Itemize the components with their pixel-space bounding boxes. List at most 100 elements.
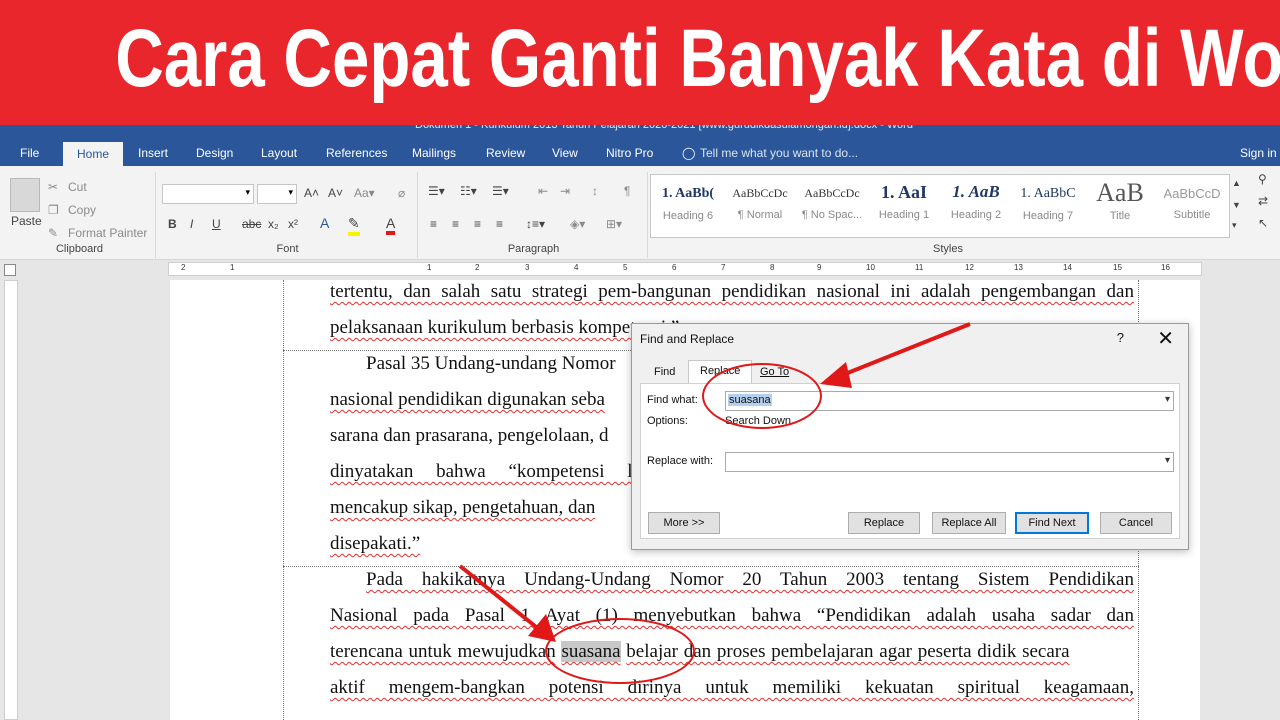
format-painter-button[interactable]: Format Painter xyxy=(68,226,147,240)
font-color-icon[interactable]: A xyxy=(386,215,396,235)
pilcrow-icon[interactable]: ¶ xyxy=(624,184,630,198)
tab-insert[interactable]: Insert xyxy=(138,146,168,160)
styles-scroll-down-icon[interactable]: ▼ xyxy=(1232,200,1241,210)
options-label: Options: xyxy=(647,415,688,427)
underline-icon[interactable]: U xyxy=(212,217,221,231)
ruler-number: 2 xyxy=(181,263,186,272)
select-icon[interactable]: ↖ xyxy=(1258,216,1268,230)
bold-icon[interactable]: B xyxy=(168,217,177,231)
shading-icon[interactable]: ◈▾ xyxy=(570,217,585,231)
banner-title: Cara Cepat Ganti Banyak Kata di Word xyxy=(115,13,1280,104)
tab-review[interactable]: Review xyxy=(486,146,525,160)
style-heading-1[interactable]: 1. AaI Heading 1 xyxy=(870,178,938,234)
ruler-number: 15 xyxy=(1113,263,1122,272)
tab-design[interactable]: Design xyxy=(196,146,233,160)
tab-home[interactable]: Home xyxy=(63,142,124,166)
replace-with-input[interactable]: ▾ xyxy=(725,452,1174,472)
font-name-select[interactable]: ▾ xyxy=(162,184,254,204)
help-icon[interactable]: ? xyxy=(1117,330,1124,345)
find-icon[interactable]: ⚲ xyxy=(1258,172,1267,186)
decrease-indent-icon[interactable]: ⇤ xyxy=(538,184,548,198)
ruler-number: 16 xyxy=(1161,263,1170,272)
subscript-icon[interactable]: x₂ xyxy=(268,217,279,231)
align-left-icon[interactable]: ≡ xyxy=(430,217,437,231)
multilevel-icon[interactable]: ☰▾ xyxy=(492,184,509,198)
bullets-icon[interactable]: ☰▾ xyxy=(428,184,445,198)
ruler-number: 5 xyxy=(623,263,628,272)
thumbnail-banner: Cara Cepat Ganti Banyak Kata di Word xyxy=(0,0,1280,125)
lightbulb-icon: ◯ xyxy=(682,146,696,160)
replace-all-button[interactable]: Replace All xyxy=(932,512,1006,534)
tab-references[interactable]: References xyxy=(326,146,387,160)
ruler-number: 6 xyxy=(672,263,677,272)
style-heading-2[interactable]: 1. AaB Heading 2 xyxy=(942,178,1010,234)
ruler-number: 7 xyxy=(721,263,726,272)
font-group: ▾ ▾ A˄ A˅ Aa▾ ⌀ B I U abc x₂ x² A ✎ A Fo… xyxy=(158,172,418,258)
paste-button[interactable]: Paste xyxy=(11,214,42,228)
style-normal[interactable]: AaBbCcDc ¶ Normal xyxy=(726,178,794,234)
styles-group-label: Styles xyxy=(933,243,963,255)
borders-icon[interactable]: ⊞▾ xyxy=(606,217,622,231)
paragraph-group: ☰▾ ☷▾ ☰▾ ⇤ ⇥ ↕ ¶ ≡ ≡ ≡ ≡ ↕≡▾ ◈▾ ⊞▾ Parag… xyxy=(420,172,648,258)
vertical-ruler[interactable] xyxy=(4,280,18,720)
justify-icon[interactable]: ≡ xyxy=(496,217,503,231)
ruler-number: 1 xyxy=(230,263,235,272)
styles-group: 1. AaBb(Heading 6 AaBbCcDc ¶ Normal AaBbC… xyxy=(650,172,1246,258)
ruler-number: 8 xyxy=(770,263,775,272)
tab-nitro-pro[interactable]: Nitro Pro xyxy=(606,146,653,160)
replace-with-label: Replace with: xyxy=(647,455,714,467)
table-border-left xyxy=(283,280,284,720)
replace-icon[interactable]: ⇄ xyxy=(1258,194,1268,208)
more-button[interactable]: More >> xyxy=(648,512,720,534)
shrink-font-icon[interactable]: A˅ xyxy=(328,186,343,200)
numbering-icon[interactable]: ☷▾ xyxy=(460,184,477,198)
find-replace-dialog: Find and Replace ? ✕ Find Replace Go To … xyxy=(631,323,1189,550)
style-no-spacing[interactable]: AaBbCcDc ¶ No Spac... xyxy=(798,178,866,234)
replace-button[interactable]: Replace xyxy=(848,512,920,534)
ruler-number: 4 xyxy=(574,263,579,272)
doc-line: terencana untuk mewujudkan suasana belaj… xyxy=(330,641,1070,662)
grow-font-icon[interactable]: A˄ xyxy=(304,186,319,200)
ruler-number: 10 xyxy=(866,263,875,272)
align-center-icon[interactable]: ≡ xyxy=(452,217,459,231)
chevron-down-icon[interactable]: ▾ xyxy=(1165,455,1170,466)
clear-format-icon[interactable]: ⌀ xyxy=(398,186,405,200)
cut-button[interactable]: Cut xyxy=(68,180,87,194)
tab-view[interactable]: View xyxy=(552,146,578,160)
dialog-tab-find[interactable]: Find xyxy=(654,366,675,378)
tab-layout[interactable]: Layout xyxy=(261,146,297,160)
close-icon[interactable]: ✕ xyxy=(1157,326,1174,351)
styles-more-icon[interactable]: ▾ xyxy=(1232,220,1237,231)
tab-file[interactable]: File xyxy=(20,146,39,160)
paste-icon[interactable] xyxy=(10,178,40,212)
copy-button[interactable]: Copy xyxy=(68,203,96,217)
brush-icon: ✎ xyxy=(48,226,59,240)
align-right-icon[interactable]: ≡ xyxy=(474,217,481,231)
font-group-label: Font xyxy=(276,243,299,255)
superscript-icon[interactable]: x² xyxy=(288,217,298,231)
tab-mailings[interactable]: Mailings xyxy=(412,146,456,160)
sort-icon[interactable]: ↕ xyxy=(592,184,598,198)
italic-icon[interactable]: I xyxy=(190,217,193,231)
clipboard-group: Paste ✂ Cut ❐ Copy ✎ Format Painter Clip… xyxy=(4,172,156,258)
tab-selector[interactable] xyxy=(4,264,16,276)
line-spacing-icon[interactable]: ↕≡▾ xyxy=(526,217,545,231)
strikethrough-icon[interactable]: abc xyxy=(242,217,261,231)
find-next-button[interactable]: Find Next xyxy=(1015,512,1089,534)
sign-in-link[interactable]: Sign in xyxy=(1240,146,1277,160)
change-case-icon[interactable]: Aa▾ xyxy=(354,186,375,200)
style-heading-6[interactable]: 1. AaBb(Heading 6 xyxy=(654,178,722,234)
scissors-icon: ✂ xyxy=(48,180,59,194)
chevron-down-icon[interactable]: ▾ xyxy=(1165,394,1170,405)
highlight-icon[interactable]: ✎ xyxy=(348,215,360,236)
style-heading-7[interactable]: 1. AaBbC Heading 7 xyxy=(1014,178,1082,234)
style-title[interactable]: AaB Title xyxy=(1086,178,1154,234)
styles-scroll-up-icon[interactable]: ▲ xyxy=(1232,178,1241,188)
doc-line: aktif mengem-bangkan potensi dirinya unt… xyxy=(330,677,1134,698)
increase-indent-icon[interactable]: ⇥ xyxy=(560,184,570,198)
text-effects-icon[interactable]: A xyxy=(320,215,329,231)
tell-me-search[interactable]: Tell me what you want to do... xyxy=(700,146,858,160)
cancel-button[interactable]: Cancel xyxy=(1100,512,1172,534)
style-subtitle[interactable]: AaBbCcD Subtitle xyxy=(1158,178,1226,234)
font-size-select[interactable]: ▾ xyxy=(257,184,297,204)
